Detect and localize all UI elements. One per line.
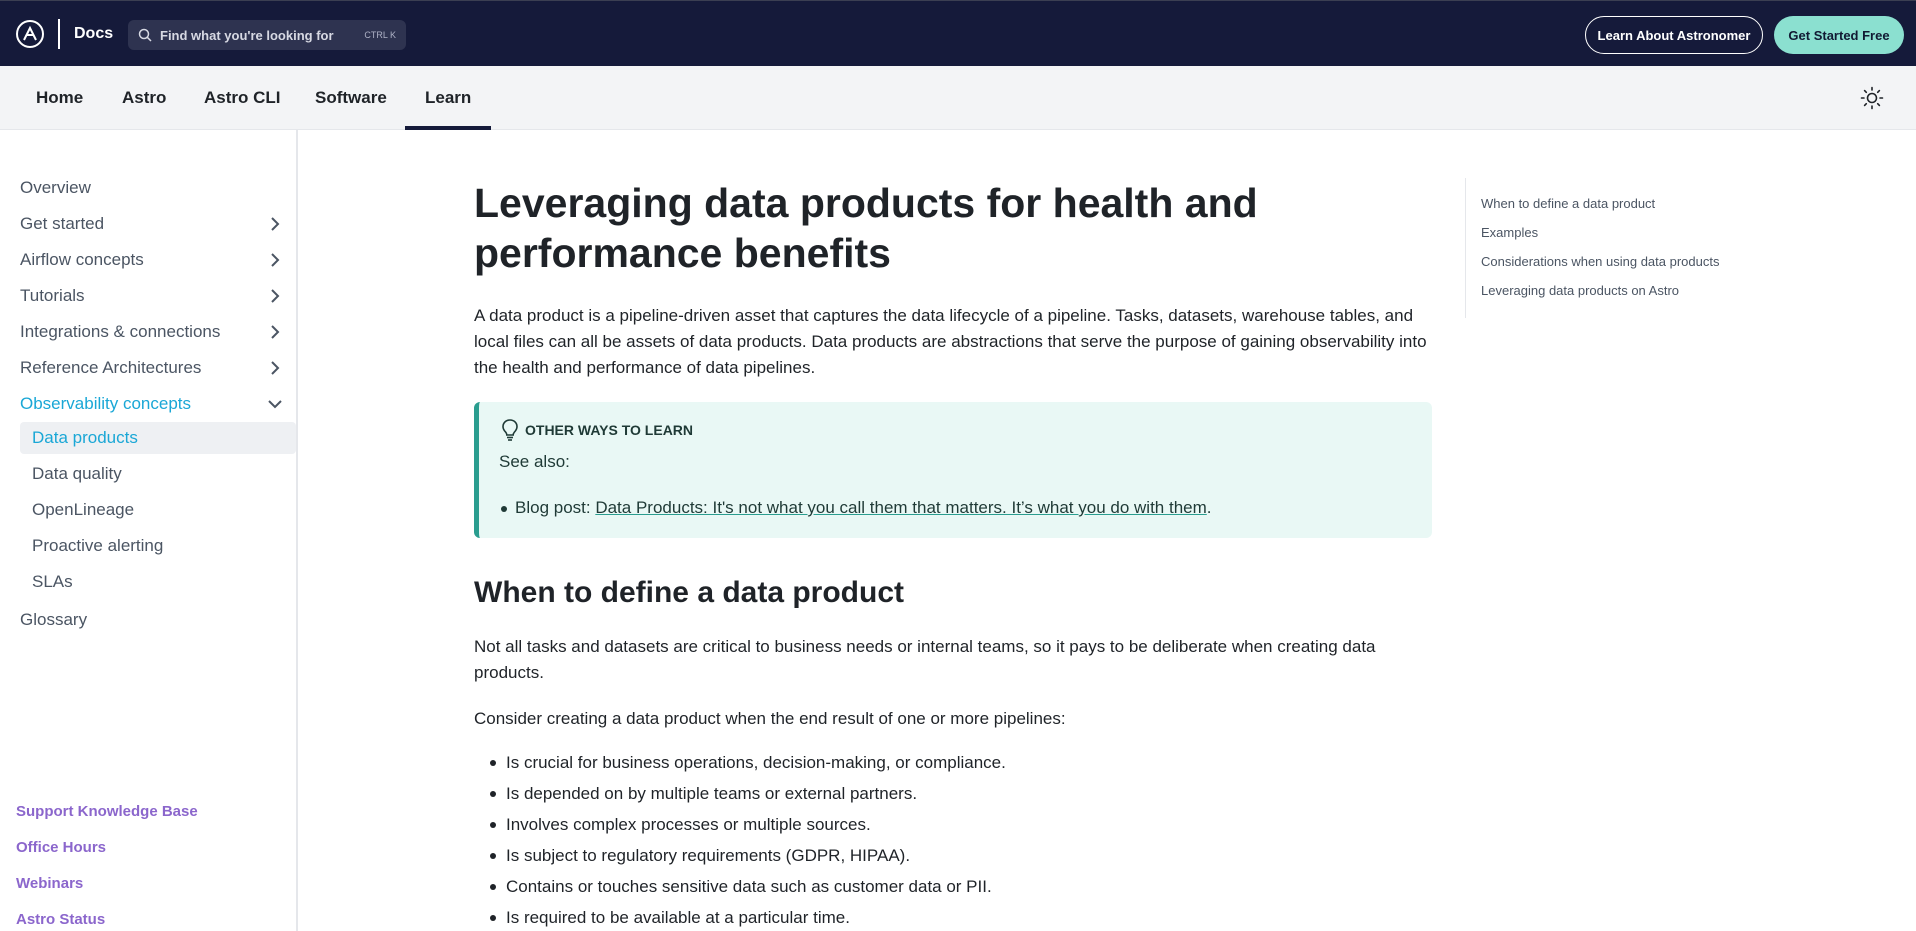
sidebar-item-label: Tutorials <box>20 286 85 305</box>
sidebar-item-label: Overview <box>20 178 91 197</box>
search-icon <box>138 28 152 42</box>
tab-astro-cli[interactable]: Astro CLI <box>204 66 281 130</box>
toc-link[interactable]: Leveraging data products on Astro <box>1481 283 1679 298</box>
search-placeholder: Find what you're looking for <box>160 27 334 43</box>
theme-toggle-icon[interactable] <box>1860 86 1884 110</box>
sidebar-item-reference-architectures[interactable]: Reference Architectures <box>20 350 296 386</box>
callout-heading-text: OTHER WAYS TO LEARN <box>525 422 694 438</box>
learn-about-astronomer-button[interactable]: Learn About Astronomer <box>1585 16 1763 54</box>
tab-software[interactable]: Software <box>315 66 387 130</box>
sidebar-item-label: Reference Architectures <box>20 358 202 377</box>
blog-post-link[interactable]: Data Products: It's not what you call th… <box>595 498 1206 518</box>
table-of-contents: When to define a data product Examples C… <box>1465 178 1745 318</box>
toc-link[interactable]: Examples <box>1481 225 1538 240</box>
sidebar-subitem-slas[interactable]: SLAs <box>20 566 296 598</box>
list-item: Is depended on by multiple teams or exte… <box>474 781 1434 812</box>
chevron-right-icon[interactable] <box>266 323 284 341</box>
list-item: Is subject to regulatory requirements (G… <box>474 843 1434 874</box>
sidebar-item-tutorials[interactable]: Tutorials <box>20 278 296 314</box>
astronomer-logo[interactable]: Docs <box>16 18 113 50</box>
tab-astro[interactable]: Astro <box>122 66 166 130</box>
callout-item-suffix: . <box>1206 498 1212 517</box>
get-started-free-button[interactable]: Get Started Free <box>1774 16 1904 54</box>
astronomer-logo-icon <box>16 20 44 48</box>
sidebar-subitem-proactive-alerting[interactable]: Proactive alerting <box>20 530 296 562</box>
sidebar-item-glossary[interactable]: Glossary <box>20 602 296 638</box>
sidebar-subitem-data-quality[interactable]: Data quality <box>20 458 296 490</box>
list-item: Involves complex processes or multiple s… <box>474 812 1434 843</box>
top-bar: Docs Find what you're looking for CTRL K… <box>0 0 1916 66</box>
sidebar-subitem-data-products[interactable]: Data products <box>20 422 296 454</box>
sidebar-item-label: Get started <box>20 214 105 233</box>
chevron-down-icon[interactable] <box>266 395 284 413</box>
chevron-right-icon[interactable] <box>266 359 284 377</box>
bullet <box>501 506 507 512</box>
sidebar-item-observability-concepts[interactable]: Observability concepts <box>20 386 296 422</box>
footer-link-webinars[interactable]: Webinars <box>16 875 83 892</box>
sidebar-item-label: Glossary <box>20 610 88 629</box>
sidebar-item-airflow-concepts[interactable]: Airflow concepts <box>20 242 296 278</box>
tab-home[interactable]: Home <box>36 66 83 130</box>
section-paragraph: Consider creating a data product when th… <box>474 709 1066 728</box>
sidebar-item-label: Observability concepts <box>20 394 192 413</box>
callout-item-prefix: Blog post: <box>515 498 596 517</box>
logo-divider <box>58 19 60 49</box>
sidebar-item-overview[interactable]: Overview <box>20 170 296 206</box>
callout-see-also: See also: <box>499 452 570 471</box>
criteria-list: Is crucial for business operations, deci… <box>474 750 1434 931</box>
sidebar-item-get-started[interactable]: Get started <box>20 206 296 242</box>
footer-link-astro-status[interactable]: Astro Status <box>16 911 105 928</box>
page-title: Leveraging data products for health and … <box>474 180 1258 276</box>
tab-learn[interactable]: Learn <box>404 66 492 130</box>
sidebar: Overview Get started Airflow concepts Tu… <box>0 130 298 931</box>
section-paragraph: Not all tasks and datasets are critical … <box>474 637 1376 682</box>
sidebar-item-label: Airflow concepts <box>20 250 144 269</box>
sidebar-subitem-openlineage[interactable]: OpenLineage <box>20 494 296 526</box>
footer-link-office-hours[interactable]: Office Hours <box>16 839 106 856</box>
sidebar-item-label: Integrations & connections <box>20 322 221 341</box>
chevron-right-icon[interactable] <box>266 287 284 305</box>
section-heading: When to define a data product <box>474 576 905 609</box>
list-item: Is crucial for business operations, deci… <box>474 750 1434 781</box>
product-nav: Home Astro Astro CLI Software Learn <box>0 66 1916 130</box>
intro-paragraph: A data product is a pipeline-driven asse… <box>474 306 1427 377</box>
list-item: Is required to be available at a particu… <box>474 905 1434 931</box>
toc-link[interactable]: When to define a data product <box>1481 196 1655 211</box>
callout-heading: OTHER WAYS TO LEARN <box>499 418 693 442</box>
search-shortcut: CTRL K <box>364 30 396 40</box>
list-item: Contains or touches sensitive data such … <box>474 874 1434 905</box>
docs-label[interactable]: Docs <box>74 25 113 43</box>
other-ways-to-learn-callout: OTHER WAYS TO LEARN See also: Blog post:… <box>474 402 1432 538</box>
chevron-right-icon[interactable] <box>266 251 284 269</box>
sidebar-item-integrations[interactable]: Integrations & connections <box>20 314 296 350</box>
footer-link-support-knowledge-base[interactable]: Support Knowledge Base <box>16 803 198 820</box>
chevron-right-icon[interactable] <box>266 215 284 233</box>
search-input[interactable]: Find what you're looking for CTRL K <box>128 20 406 50</box>
callout-list-item: Blog post: Data Products: It's not what … <box>501 498 1212 518</box>
lightbulb-icon <box>502 419 518 441</box>
toc-link[interactable]: Considerations when using data products <box>1481 254 1719 269</box>
